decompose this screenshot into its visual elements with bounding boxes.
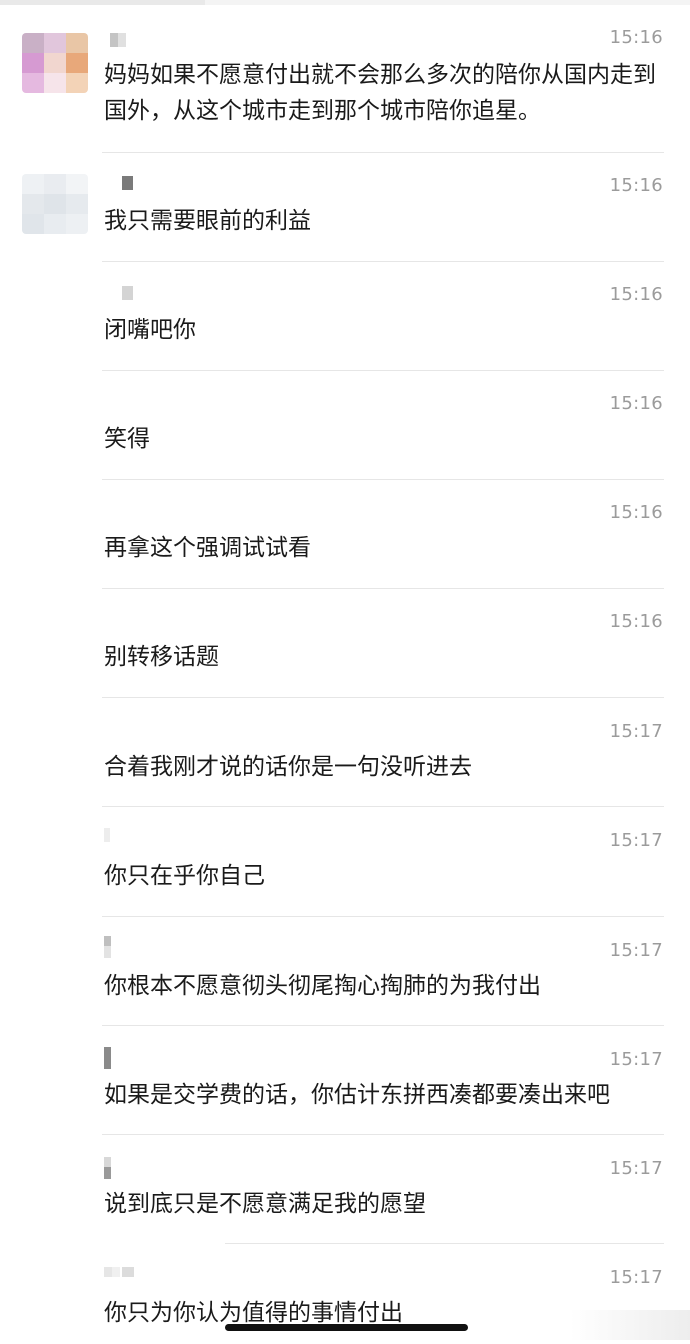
message-time: 15:16 [609,284,663,305]
message-text: 你根本不愿意彻头彻尾掏心掏肺的为我付出 [104,973,541,999]
message-item[interactable]: 15:17 你只在乎你自己 [0,806,690,915]
message-time: 15:17 [609,1158,663,1179]
message-text: 闭嘴吧你 [104,317,196,343]
message-separator [102,1134,664,1135]
message-item[interactable]: 15:16 妈妈如果不愿意付出就不会那么多次的陪你从国内走到国外，从这个城市走到… [0,0,690,152]
message-separator [102,588,664,589]
message-text: 如果是交学费的话，你估计东拼西凑都要凑出来吧 [104,1082,610,1108]
message-text: 合着我刚才说的话你是一句没听进去 [104,754,472,780]
message-time: 15:16 [609,27,663,48]
message-separator [225,1243,664,1244]
message-separator [102,370,664,371]
message-text: 妈妈如果不愿意付出就不会那么多次的陪你从国内走到国外，从这个城市走到那个城市陪你… [104,62,656,124]
message-time: 15:17 [609,830,663,851]
message-text: 你只在乎你自己 [104,863,265,889]
message-time: 15:17 [609,940,663,961]
message-separator [102,261,664,262]
watermark-blur [570,1310,690,1340]
message-text: 笑得 [104,426,150,452]
message-item[interactable]: 15:16 闭嘴吧你 [0,261,690,370]
message-item[interactable]: 15:17 如果是交学费的话，你估计东拼西凑都要凑出来吧 [0,1025,690,1134]
message-separator [102,916,664,917]
message-time: 15:16 [609,611,663,632]
message-item[interactable]: 15:16 别转移话题 [0,588,690,697]
message-time: 15:16 [609,175,663,196]
message-time: 15:17 [609,721,663,742]
message-time: 15:16 [609,502,663,523]
message-separator [102,697,664,698]
message-item[interactable]: 15:17 说到底只是不愿意满足我的愿望 [0,1134,690,1243]
message-time: 15:16 [609,393,663,414]
message-separator [102,1025,664,1026]
message-item[interactable]: 15:16 笑得 [0,370,690,479]
message-item[interactable]: 15:17 你根本不愿意彻头彻尾掏心掏肺的为我付出 [0,916,690,1025]
message-text: 说到底只是不愿意满足我的愿望 [104,1191,426,1217]
message-item[interactable]: 15:17 合着我刚才说的话你是一句没听进去 [0,697,690,806]
message-text: 我只需要眼前的利益 [104,208,311,234]
message-time: 15:17 [609,1049,663,1070]
message-item[interactable]: 15:16 我只需要眼前的利益 [0,152,690,261]
message-separator [102,806,664,807]
message-text: 别转移话题 [104,644,219,670]
message-item[interactable]: 15:16 再拿这个强调试试看 [0,479,690,588]
home-indicator[interactable] [225,1324,468,1331]
message-text: 再拿这个强调试试看 [104,535,311,561]
message-time: 15:17 [609,1267,663,1288]
message-separator [102,479,664,480]
message-separator [102,152,664,153]
